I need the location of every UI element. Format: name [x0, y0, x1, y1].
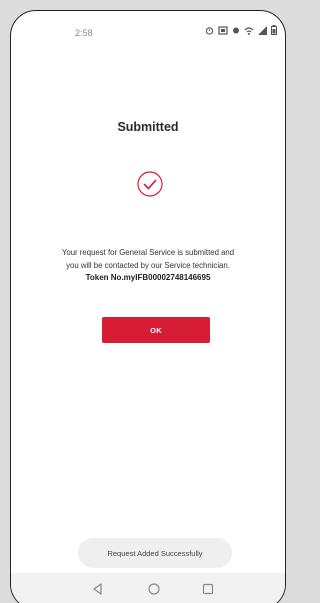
check-circle-icon	[137, 171, 163, 197]
message-line-2: you will be contacted by our Service tec…	[66, 260, 230, 270]
signal-icon	[258, 25, 267, 35]
nfc-icon	[218, 25, 228, 35]
wifi-icon	[244, 26, 254, 35]
toast-message: Request Added Successfully	[78, 538, 232, 568]
status-bar: 2:58	[11, 11, 285, 51]
message-line-1: Your request for General Service is subm…	[61, 248, 235, 257]
phone-frame: 2:58 Submitted Your request for General …	[10, 10, 286, 603]
token-number: Token No.myIFB00002748146695	[85, 273, 211, 282]
recents-icon[interactable]	[201, 582, 215, 596]
status-icons	[205, 25, 277, 35]
vibrate-icon	[233, 27, 239, 33]
page-title: Submitted	[117, 120, 179, 134]
back-icon[interactable]	[91, 582, 105, 596]
confirmation-message: Your request for General Service is subm…	[17, 247, 279, 285]
navigation-bar	[11, 573, 285, 603]
battery-icon	[271, 25, 277, 35]
home-icon[interactable]	[147, 582, 161, 596]
ok-button[interactable]: OK	[102, 317, 210, 343]
toast-text: Request Added Successfully	[107, 548, 203, 558]
alarm-icon	[205, 26, 214, 35]
status-time: 2:58	[75, 28, 93, 38]
